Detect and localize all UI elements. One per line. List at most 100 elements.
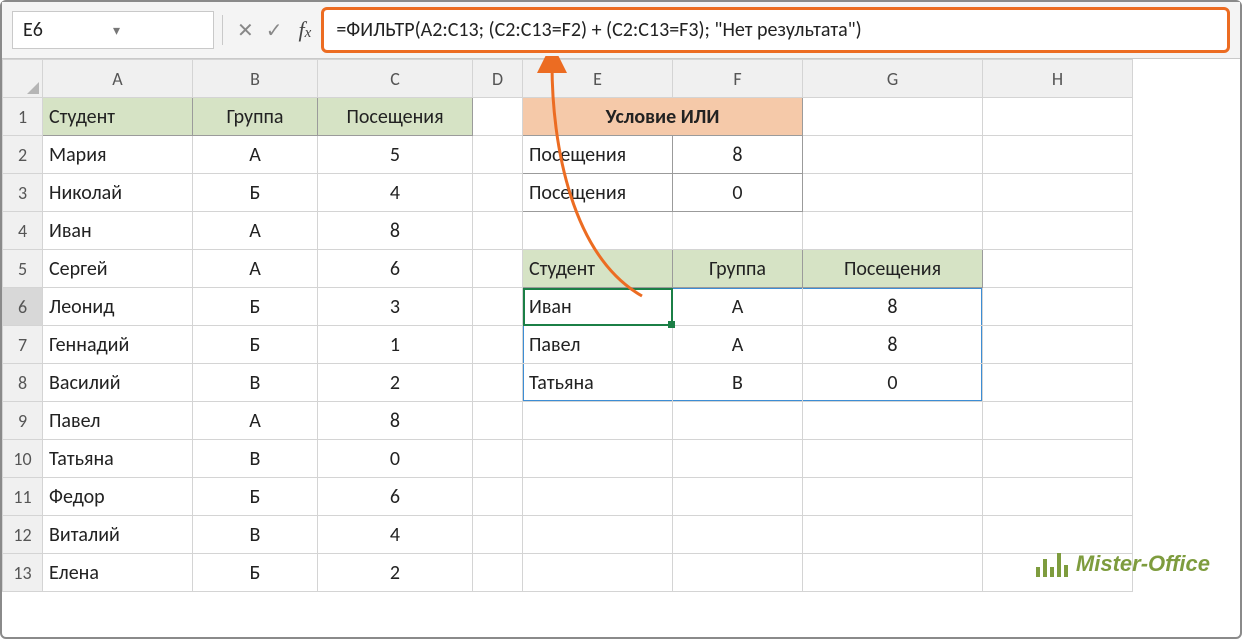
row-header[interactable]: 6	[3, 288, 43, 326]
cell[interactable]: Студент	[523, 250, 673, 288]
cell[interactable]: Б	[193, 288, 318, 326]
cell[interactable]: 0	[318, 440, 473, 478]
cell[interactable]	[803, 440, 983, 478]
cell[interactable]	[803, 516, 983, 554]
cell[interactable]: 8	[318, 212, 473, 250]
active-cell[interactable]: Иван	[523, 288, 673, 326]
col-header-C[interactable]: C	[318, 60, 473, 98]
cell[interactable]	[673, 212, 803, 250]
cell[interactable]: Василий	[43, 364, 193, 402]
fx-icon[interactable]: fx	[289, 17, 322, 43]
cell[interactable]: Мария	[43, 136, 193, 174]
cell[interactable]	[523, 402, 673, 440]
cell[interactable]: 6	[318, 250, 473, 288]
formula-input[interactable]: =ФИЛЬТР(A2:C13; (C2:C13=F2) + (C2:C13=F3…	[321, 7, 1230, 53]
cell[interactable]: Б	[193, 554, 318, 592]
cell[interactable]	[983, 288, 1133, 326]
row-header[interactable]: 7	[3, 326, 43, 364]
cell[interactable]	[673, 554, 803, 592]
cell[interactable]: Павел	[43, 402, 193, 440]
cell[interactable]: 3	[318, 288, 473, 326]
row-header[interactable]: 8	[3, 364, 43, 402]
col-header-A[interactable]: A	[43, 60, 193, 98]
cell[interactable]: 4	[318, 516, 473, 554]
cell[interactable]	[473, 136, 523, 174]
cell[interactable]	[473, 402, 523, 440]
cell[interactable]: Виталий	[43, 516, 193, 554]
cell[interactable]	[983, 136, 1133, 174]
cell[interactable]: А	[193, 402, 318, 440]
cell[interactable]: Группа	[193, 98, 318, 136]
cell[interactable]	[473, 288, 523, 326]
cell[interactable]: Посещения	[803, 250, 983, 288]
cell[interactable]: В	[193, 516, 318, 554]
cell[interactable]: А	[193, 250, 318, 288]
sheet-table[interactable]: A B C D E F G H 1 Студент Группа Посещен…	[2, 59, 1133, 592]
cell[interactable]: 2	[318, 554, 473, 592]
cell[interactable]: 8	[803, 326, 983, 364]
cell[interactable]: Павел	[523, 326, 673, 364]
cell[interactable]	[803, 98, 983, 136]
cell[interactable]: Б	[193, 326, 318, 364]
name-box[interactable]: E6 ▾	[12, 11, 214, 49]
cell[interactable]	[523, 212, 673, 250]
row-header[interactable]: 3	[3, 174, 43, 212]
criteria-title[interactable]: Условие ИЛИ	[523, 98, 803, 136]
col-header-D[interactable]: D	[473, 60, 523, 98]
row-header[interactable]: 4	[3, 212, 43, 250]
cell[interactable]: А	[193, 136, 318, 174]
cell[interactable]	[803, 554, 983, 592]
enter-icon[interactable]: ✓	[260, 18, 289, 43]
row-header[interactable]: 10	[3, 440, 43, 478]
cell[interactable]	[473, 174, 523, 212]
cell[interactable]	[473, 98, 523, 136]
cell[interactable]: Геннадий	[43, 326, 193, 364]
row-header[interactable]: 9	[3, 402, 43, 440]
cell[interactable]: Группа	[673, 250, 803, 288]
cell[interactable]	[523, 516, 673, 554]
cell[interactable]: В	[193, 440, 318, 478]
cell[interactable]: Леонид	[43, 288, 193, 326]
cell[interactable]: Татьяна	[523, 364, 673, 402]
cell[interactable]: Иван	[43, 212, 193, 250]
cell[interactable]	[983, 402, 1133, 440]
cell[interactable]	[803, 136, 983, 174]
cell[interactable]	[473, 326, 523, 364]
cell[interactable]	[673, 402, 803, 440]
cell[interactable]: Студент	[43, 98, 193, 136]
select-all-corner[interactable]	[3, 60, 43, 98]
cell[interactable]	[473, 212, 523, 250]
cell[interactable]	[673, 478, 803, 516]
cell[interactable]	[983, 326, 1133, 364]
cell[interactable]: В	[193, 364, 318, 402]
cell[interactable]: 4	[318, 174, 473, 212]
row-header[interactable]: 5	[3, 250, 43, 288]
cell[interactable]: А	[673, 326, 803, 364]
cell[interactable]	[473, 478, 523, 516]
cell[interactable]: Татьяна	[43, 440, 193, 478]
row-header[interactable]: 2	[3, 136, 43, 174]
cell[interactable]: 8	[318, 402, 473, 440]
cell[interactable]	[473, 364, 523, 402]
cell[interactable]: Елена	[43, 554, 193, 592]
cell[interactable]: Посещения	[523, 136, 673, 174]
cell[interactable]: Б	[193, 174, 318, 212]
col-header-F[interactable]: F	[673, 60, 803, 98]
cell[interactable]: 8	[803, 288, 983, 326]
cell[interactable]	[673, 516, 803, 554]
cell[interactable]	[803, 478, 983, 516]
cell[interactable]	[523, 440, 673, 478]
col-header-B[interactable]: B	[193, 60, 318, 98]
row-header[interactable]: 1	[3, 98, 43, 136]
cell[interactable]	[473, 516, 523, 554]
cell[interactable]: 0	[673, 174, 803, 212]
cell[interactable]	[983, 516, 1133, 554]
chevron-down-icon[interactable]: ▾	[113, 22, 203, 39]
cell[interactable]: Сергей	[43, 250, 193, 288]
cell[interactable]	[673, 440, 803, 478]
cell[interactable]: Б	[193, 478, 318, 516]
cell[interactable]	[983, 364, 1133, 402]
cell[interactable]: 2	[318, 364, 473, 402]
cell[interactable]	[983, 98, 1133, 136]
cell[interactable]	[983, 250, 1133, 288]
